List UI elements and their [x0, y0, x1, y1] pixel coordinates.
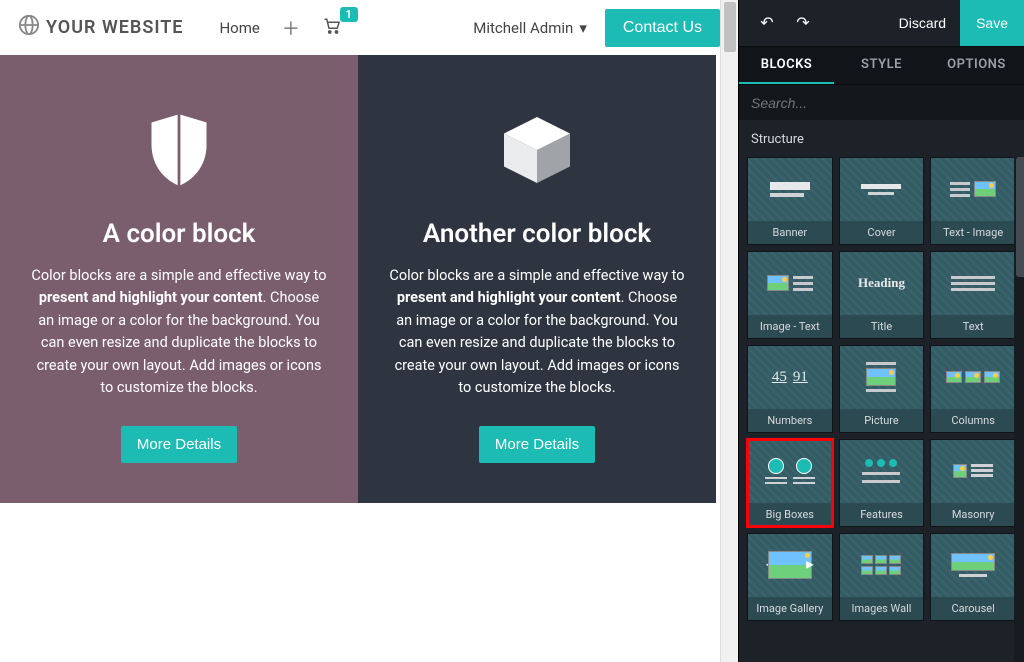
brand-text: YOUR WEBSITE [46, 17, 183, 38]
site-topbar: YOUR WEBSITE Home ＋ 1 Mitchell Admin ▾ C… [0, 0, 738, 55]
snippet-picture[interactable]: Picture [839, 345, 925, 433]
block-title[interactable]: A color block [103, 219, 256, 249]
color-block-left[interactable]: A color block Color blocks are a simple … [0, 55, 358, 503]
snippet-banner[interactable]: Banner [747, 157, 833, 245]
editor-tabs: BLOCKS STYLE OPTIONS [739, 46, 1024, 85]
globe-icon [18, 14, 40, 41]
more-details-button[interactable]: More Details [121, 426, 237, 463]
snippet-carousel[interactable]: Carousel [930, 533, 1016, 621]
nav: Home ＋ 1 [219, 15, 473, 41]
preview-scrollbar[interactable] [720, 0, 738, 662]
save-button[interactable]: Save [960, 0, 1024, 46]
snippet-numbers[interactable]: 4591Numbers [747, 345, 833, 433]
snippet-features[interactable]: Features [839, 439, 925, 527]
preview-pane: YOUR WEBSITE Home ＋ 1 Mitchell Admin ▾ C… [0, 0, 738, 662]
editor-scrollbar[interactable] [1014, 157, 1024, 662]
snippet-image-text[interactable]: Image - Text [747, 251, 833, 339]
user-name: Mitchell Admin [473, 19, 573, 37]
snippet-cover[interactable]: Cover [839, 157, 925, 245]
snippet-search [739, 85, 1024, 120]
tab-blocks[interactable]: BLOCKS [739, 47, 834, 84]
snippet-big-boxes[interactable]: Big Boxes [747, 439, 833, 527]
chevron-down-icon: ▾ [579, 19, 587, 37]
cube-icon [493, 105, 581, 195]
cart-icon [322, 17, 342, 39]
tab-style[interactable]: STYLE [834, 47, 929, 84]
cart-badge: 1 [340, 7, 358, 22]
big-boxes-section[interactable]: A color block Color blocks are a simple … [0, 55, 716, 503]
redo-button[interactable]: ↷ [785, 0, 821, 46]
editor-panel: ↶ ↷ Discard Save BLOCKS STYLE OPTIONS St… [738, 0, 1024, 662]
block-desc[interactable]: Color blocks are a simple and effective … [30, 265, 328, 400]
shield-icon [135, 105, 223, 195]
snippet-text-image[interactable]: Text - Image [930, 157, 1016, 245]
brand[interactable]: YOUR WEBSITE [18, 14, 183, 41]
discard-button[interactable]: Discard [885, 0, 960, 46]
undo-button[interactable]: ↶ [749, 0, 785, 46]
block-title[interactable]: Another color block [423, 219, 651, 249]
add-page-icon[interactable]: ＋ [282, 15, 300, 41]
more-details-button[interactable]: More Details [479, 426, 595, 463]
search-input[interactable] [751, 95, 1012, 111]
snippet-images-wall[interactable]: Images Wall [839, 533, 925, 621]
color-block-right[interactable]: Another color block Color blocks are a s… [358, 55, 716, 503]
section-structure: Structure [739, 120, 1024, 157]
snippet-masonry[interactable]: Masonry [930, 439, 1016, 527]
nav-home[interactable]: Home [219, 19, 259, 37]
snippets-area: Banner Cover Text - Image Image - Text H… [739, 157, 1024, 662]
contact-us-button[interactable]: Contact Us [605, 9, 720, 47]
editor-topbar: ↶ ↷ Discard Save [739, 0, 1024, 46]
block-desc[interactable]: Color blocks are a simple and effective … [388, 265, 686, 400]
snippet-columns[interactable]: Columns [930, 345, 1016, 433]
snippet-title[interactable]: HeadingTitle [839, 251, 925, 339]
tab-options[interactable]: OPTIONS [929, 47, 1024, 84]
snippet-text[interactable]: Text [930, 251, 1016, 339]
user-menu[interactable]: Mitchell Admin ▾ [473, 19, 587, 37]
snippet-image-gallery[interactable]: ◀▶Image Gallery [747, 533, 833, 621]
cart[interactable]: 1 [322, 17, 342, 39]
